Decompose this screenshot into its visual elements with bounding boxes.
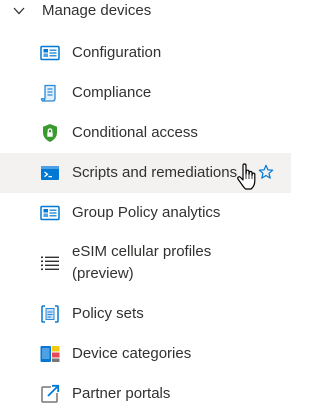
nav-item-label: Compliance [72, 84, 152, 101]
nav-item-label: Policy sets [72, 305, 144, 322]
nav-item-label: Group Policy analytics [72, 204, 221, 221]
star-outline-icon[interactable] [258, 164, 274, 180]
nav-item-partner-portals[interactable]: Partner portals [0, 374, 291, 414]
chevron-down-icon[interactable] [12, 4, 26, 18]
group-title: Manage devices [42, 2, 152, 19]
esim-list-icon [40, 253, 60, 273]
nav-item-label: eSIM cellular profiles [72, 243, 212, 260]
nav-item-policy-sets[interactable]: Policy sets [0, 294, 291, 334]
hand-pointer-cursor-icon [236, 163, 258, 191]
nav-item-label: Partner portals [72, 385, 171, 402]
nav-item-conditional-access[interactable]: Conditional access [0, 113, 291, 153]
shield-lock-icon [40, 123, 60, 143]
partner-portal-link-icon [40, 384, 60, 404]
nav-item-label: Device categories [72, 345, 192, 362]
compliance-scroll-icon [40, 83, 60, 103]
terminal-script-icon [40, 163, 60, 183]
nav-item-label-line2: (preview) [72, 265, 134, 282]
policy-sets-icon [40, 304, 60, 324]
manage-devices-group-header[interactable]: Manage devices [0, 0, 291, 22]
nav-item-label: Scripts and remediations [72, 164, 238, 181]
nav-item-esim-cellular-profiles[interactable]: eSIM cellular profiles (preview) [0, 233, 291, 294]
nav-item-device-categories[interactable]: Device categories [0, 334, 291, 374]
group-policy-analytics-icon [40, 203, 60, 223]
nav-item-compliance[interactable]: Compliance [0, 73, 291, 113]
device-categories-icon [40, 344, 60, 364]
nav-item-label: Configuration [72, 44, 162, 61]
nav-item-group-policy-analytics[interactable]: Group Policy analytics [0, 193, 291, 233]
nav-item-label: Conditional access [72, 124, 198, 141]
device-configuration-icon [40, 43, 60, 63]
nav-item-configuration[interactable]: Configuration [0, 33, 291, 73]
